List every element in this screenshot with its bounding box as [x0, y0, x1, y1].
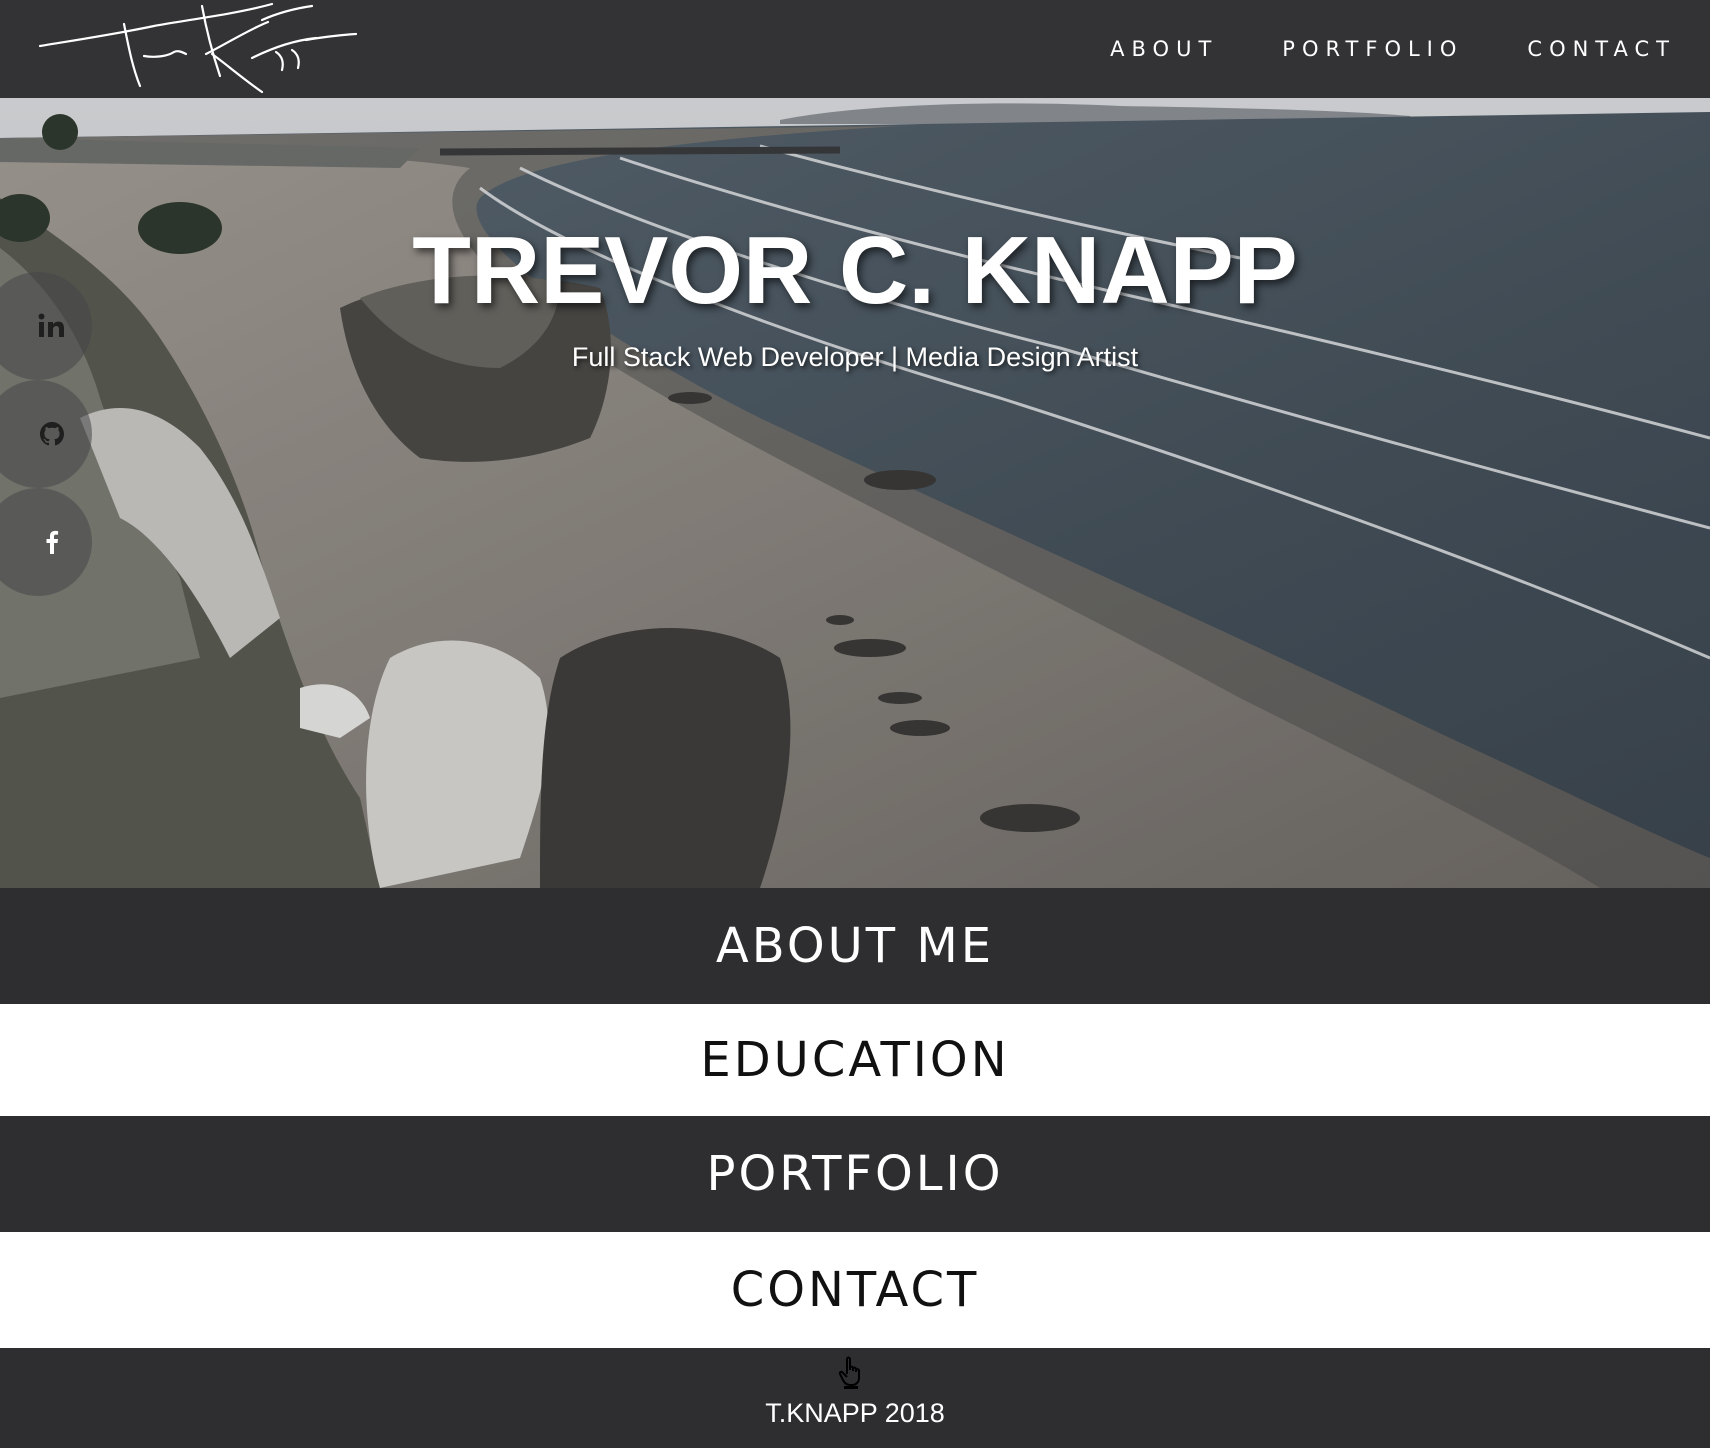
nav-link-contact[interactable]: CONTACT [1527, 37, 1676, 61]
nav-link-about[interactable]: ABOUT [1110, 37, 1218, 61]
facebook-icon [46, 530, 59, 554]
hero-subtitle: Full Stack Web Developer | Media Design … [571, 342, 1139, 372]
hero-section: TREVOR C. KNAPP Full Stack Web Developer… [0, 98, 1710, 888]
section-portfolio[interactable]: PORTFOLIO [0, 1116, 1710, 1232]
footer: T.KNAPP 2018 [0, 1348, 1710, 1448]
signature-logo[interactable] [36, 0, 396, 98]
section-contact[interactable]: CONTACT [0, 1232, 1710, 1348]
navbar: ABOUT PORTFOLIO CONTACT [0, 0, 1710, 98]
section-contact-label: CONTACT [730, 1262, 980, 1318]
hero-title: TREVOR C. KNAPP [412, 217, 1298, 324]
section-about-me-label: ABOUT ME [715, 918, 995, 974]
nav-links: ABOUT PORTFOLIO CONTACT [1110, 0, 1676, 98]
section-education-label: EDUCATION [700, 1032, 1010, 1088]
nav-link-portfolio[interactable]: PORTFOLIO [1282, 37, 1463, 61]
footer-copyright: T.KNAPP 2018 [765, 1398, 945, 1428]
section-portfolio-label: PORTFOLIO [706, 1146, 1004, 1202]
linkedin-icon [38, 313, 64, 337]
section-about-me[interactable]: ABOUT ME [0, 888, 1710, 1004]
section-education[interactable]: EDUCATION [0, 1004, 1710, 1116]
github-icon [40, 422, 64, 446]
pointing-hand-icon[interactable] [835, 1354, 869, 1390]
